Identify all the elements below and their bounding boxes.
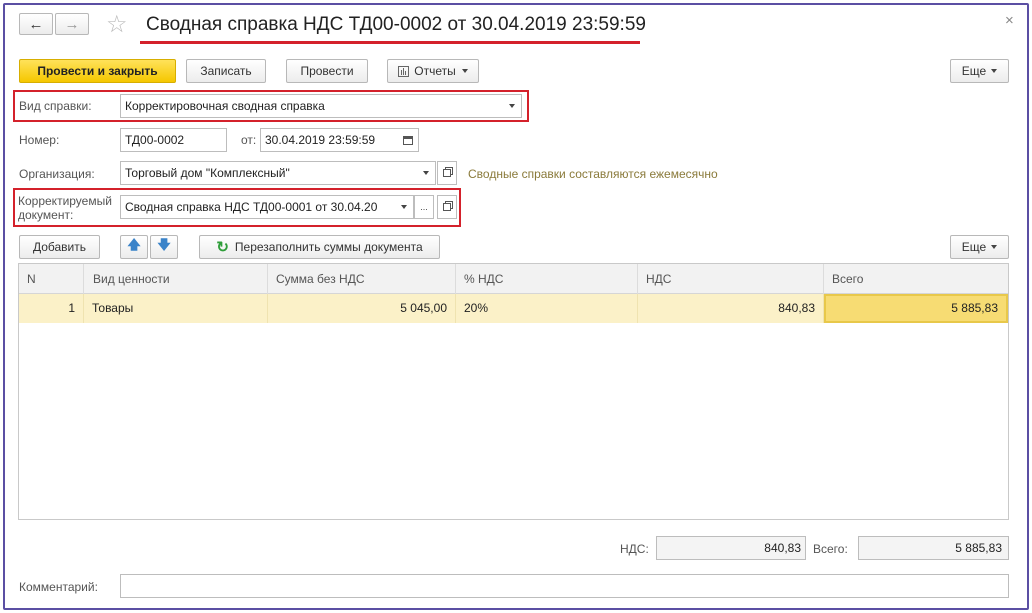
comment-field[interactable] bbox=[120, 574, 1009, 598]
table-row[interactable]: 1 Товары 5 045,00 20% 840,83 5 885,83 bbox=[19, 294, 1008, 323]
org-open-button[interactable] bbox=[437, 161, 457, 185]
cell-kind[interactable]: Товары bbox=[84, 294, 268, 323]
column-header-vat[interactable]: НДС bbox=[638, 264, 824, 294]
refresh-icon: ↻ bbox=[216, 239, 229, 256]
calendar-button[interactable] bbox=[397, 128, 419, 152]
date-field[interactable]: 30.04.2019 23:59:59 bbox=[260, 128, 398, 152]
refill-sums-label: Перезаполнить суммы документа bbox=[234, 240, 423, 254]
cell-n[interactable]: 1 bbox=[19, 294, 84, 323]
table-more-label: Еще bbox=[961, 240, 987, 254]
items-table[interactable]: N Вид ценности Сумма без НДС % НДС НДС В… bbox=[18, 263, 1009, 520]
post-and-close-button[interactable]: Провести и закрыть bbox=[19, 59, 176, 83]
totals-vat-value: 840,83 bbox=[656, 536, 806, 560]
favorite-star-icon[interactable]: ☆ bbox=[106, 10, 128, 39]
close-icon[interactable]: × bbox=[1005, 12, 1014, 29]
arrow-up-icon: 🡅 bbox=[127, 237, 141, 252]
cell-sum[interactable]: 5 045,00 bbox=[268, 294, 456, 323]
corrected-doc-open-button[interactable] bbox=[437, 195, 457, 219]
corrected-doc-label-line1: Корректируемый bbox=[18, 194, 112, 208]
arrow-right-icon: → bbox=[64, 15, 80, 33]
column-header-total[interactable]: Всего bbox=[824, 264, 1008, 294]
cell-rate[interactable]: 20% bbox=[456, 294, 638, 323]
column-header-sum[interactable]: Сумма без НДС bbox=[268, 264, 456, 294]
move-down-button[interactable]: 🡇 bbox=[150, 235, 178, 259]
refill-sums-button[interactable]: ↻ Перезаполнить суммы документа bbox=[199, 235, 440, 259]
org-hint: Сводные справки составляются ежемесячно bbox=[468, 167, 718, 181]
save-button[interactable]: Записать bbox=[186, 59, 266, 83]
table-more-button[interactable]: Еще bbox=[950, 235, 1009, 259]
corrected-doc-label-line2: документ: bbox=[18, 208, 74, 222]
reports-label: Отчеты bbox=[414, 64, 456, 78]
open-form-icon bbox=[443, 169, 451, 177]
totals-total-value: 5 885,83 bbox=[858, 536, 1009, 560]
totals-vat-label: НДС: bbox=[620, 542, 649, 556]
chevron-down-icon bbox=[509, 104, 515, 108]
kind-select[interactable]: Корректировочная сводная справка bbox=[120, 94, 504, 118]
arrow-left-icon: ← bbox=[28, 15, 44, 33]
corrected-doc-select-button[interactable]: ... bbox=[414, 195, 434, 219]
number-field[interactable]: ТД00-0002 bbox=[120, 128, 227, 152]
reports-button[interactable]: Отчеты bbox=[387, 59, 479, 83]
column-header-n[interactable]: N bbox=[19, 264, 84, 294]
arrow-down-icon: 🡇 bbox=[157, 237, 171, 252]
number-label: Номер: bbox=[19, 133, 60, 147]
back-button[interactable]: ← bbox=[19, 13, 53, 35]
chevron-down-icon bbox=[401, 205, 407, 209]
date-label: от: bbox=[241, 133, 257, 147]
table-header: N Вид ценности Сумма без НДС % НДС НДС В… bbox=[19, 264, 1008, 294]
more-button[interactable]: Еще bbox=[950, 59, 1009, 83]
more-label: Еще bbox=[961, 64, 987, 78]
totals-total-label: Всего: bbox=[813, 542, 848, 556]
chevron-down-icon bbox=[461, 69, 468, 73]
title-underline bbox=[140, 41, 640, 44]
corrected-doc-dropdown-button[interactable] bbox=[395, 195, 414, 219]
corrected-doc-label: Корректируемый документ: bbox=[18, 194, 112, 222]
org-dropdown-button[interactable] bbox=[417, 161, 436, 185]
chevron-down-icon bbox=[991, 69, 998, 73]
cell-vat[interactable]: 840,83 bbox=[638, 294, 824, 323]
report-icon bbox=[398, 65, 410, 77]
calendar-icon bbox=[402, 135, 413, 145]
org-select[interactable]: Торговый дом "Комплексный" bbox=[120, 161, 418, 185]
corrected-doc-select[interactable]: Сводная справка НДС ТД00-0001 от 30.04.2… bbox=[120, 195, 396, 219]
add-row-button[interactable]: Добавить bbox=[19, 235, 100, 259]
org-label: Организация: bbox=[19, 167, 95, 181]
forward-button[interactable]: → bbox=[55, 13, 89, 35]
chevron-down-icon bbox=[423, 171, 429, 175]
column-header-rate[interactable]: % НДС bbox=[456, 264, 638, 294]
open-form-icon bbox=[443, 203, 451, 211]
post-button[interactable]: Провести bbox=[286, 59, 368, 83]
kind-label: Вид справки: bbox=[19, 99, 92, 113]
comment-label: Комментарий: bbox=[19, 580, 98, 594]
kind-dropdown-button[interactable] bbox=[503, 94, 522, 118]
column-header-kind[interactable]: Вид ценности bbox=[84, 264, 268, 294]
window-title: Сводная справка НДС ТД00-0002 от 30.04.2… bbox=[146, 14, 646, 35]
chevron-down-icon bbox=[991, 245, 998, 249]
cell-total[interactable]: 5 885,83 bbox=[824, 294, 1008, 323]
move-up-button[interactable]: 🡅 bbox=[120, 235, 148, 259]
